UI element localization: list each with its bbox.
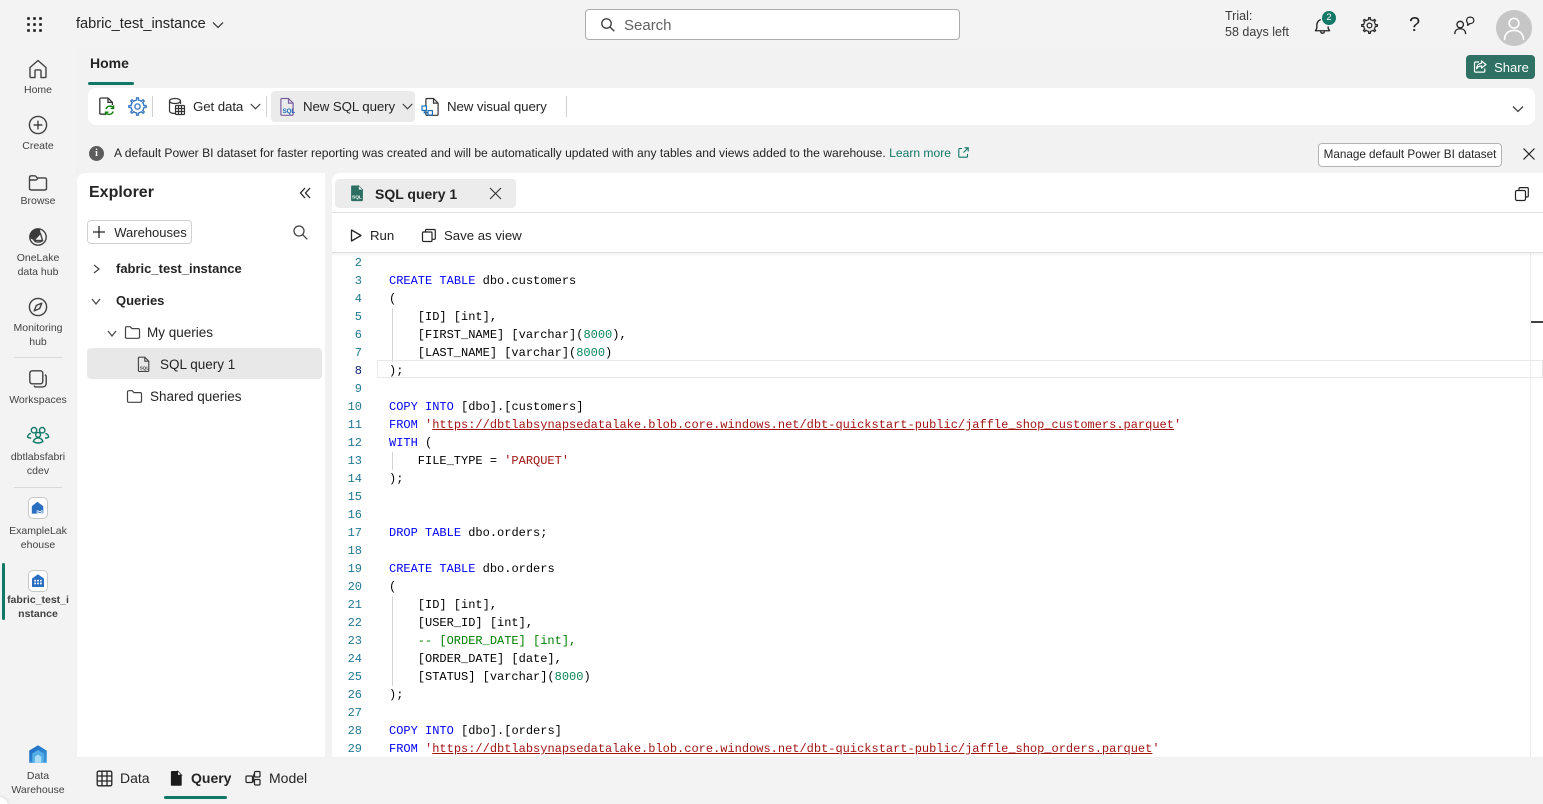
svg-text:SQL: SQL: [283, 107, 296, 114]
svg-text:SQL: SQL: [352, 195, 362, 201]
svg-text:SQL: SQL: [140, 365, 150, 370]
